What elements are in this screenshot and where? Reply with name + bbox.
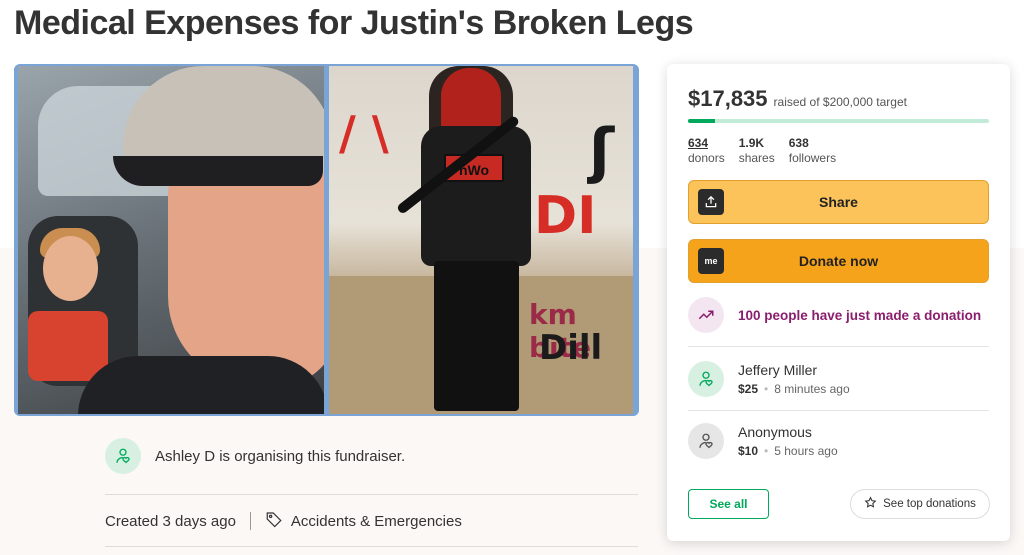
person-heart-icon [688, 361, 724, 397]
photo-wrestler: / \ DI km bite Dill ʃ nWo [329, 66, 633, 414]
photo-selfie [18, 66, 324, 414]
created-text: Created 3 days ago [105, 512, 236, 530]
progress-bar [688, 119, 989, 123]
donor-time: 5 hours ago [774, 444, 838, 458]
donor-item: Anonymous $10 • 5 hours ago [688, 423, 838, 459]
category-label: Accidents & Emergencies [290, 512, 462, 530]
donate-button[interactable]: me Donate now [688, 239, 989, 283]
organiser-row: Ashley D is organising this fundraiser. [105, 438, 405, 474]
stat-donors[interactable]: 634 donors [688, 136, 725, 166]
person-heart-icon [105, 438, 141, 474]
divider [688, 410, 989, 411]
organiser-text: Ashley D is organising this fundraiser. [155, 447, 406, 465]
donor-amount: $10 [738, 444, 759, 458]
donor-time: 8 minutes ago [774, 382, 850, 396]
stats-row: 634 donors 1.9K shares 638 followers [688, 136, 836, 166]
progress-fill [688, 119, 715, 123]
divider [105, 494, 638, 495]
donor-name: Jeffery Miller [738, 362, 818, 378]
page-title: Medical Expenses for Justin's Broken Leg… [14, 4, 694, 42]
meta-row: Created 3 days ago Accidents & Emergenci… [105, 510, 462, 532]
share-label: Share [819, 194, 858, 210]
donate-logo-icon: me [698, 248, 724, 274]
donate-label: Donate now [798, 253, 879, 269]
donor-name: Anonymous [738, 424, 812, 440]
see-top-label: See top donations [883, 498, 976, 510]
star-icon [864, 496, 877, 512]
donation-card: $17,835 raised of $200,000 target 634 do… [667, 64, 1010, 541]
recent-donations-hint: 100 people have just made a donation [688, 297, 981, 333]
separator [249, 512, 251, 530]
graffiti-text: Dill [539, 328, 603, 368]
stat-followers: 638 followers [788, 136, 837, 165]
amount-raised: $17,835 [688, 86, 768, 111]
see-all-button[interactable]: See all [688, 489, 769, 519]
campaign-photo: / \ DI km bite Dill ʃ nWo [14, 64, 639, 416]
amount-row: $17,835 raised of $200,000 target [688, 86, 907, 112]
graffiti-text: DI [534, 186, 597, 246]
hint-text: 100 people have just made a donation [738, 307, 982, 323]
person-heart-icon [688, 423, 724, 459]
target-text: raised of $200,000 target [773, 95, 907, 109]
donor-amount: $25 [738, 382, 759, 396]
divider [688, 346, 989, 347]
divider [105, 546, 638, 547]
child-face [43, 236, 98, 301]
share-button[interactable]: Share [688, 180, 989, 224]
upload-share-icon [698, 189, 724, 215]
see-top-donations-button[interactable]: See top donations [850, 489, 990, 519]
trend-up-icon [688, 297, 724, 333]
tag-icon [265, 510, 283, 532]
category-link[interactable]: Accidents & Emergencies [265, 510, 462, 532]
stat-shares: 1.9K shares [738, 136, 775, 165]
donor-item: Jeffery Miller $25 • 8 minutes ago [688, 361, 850, 397]
